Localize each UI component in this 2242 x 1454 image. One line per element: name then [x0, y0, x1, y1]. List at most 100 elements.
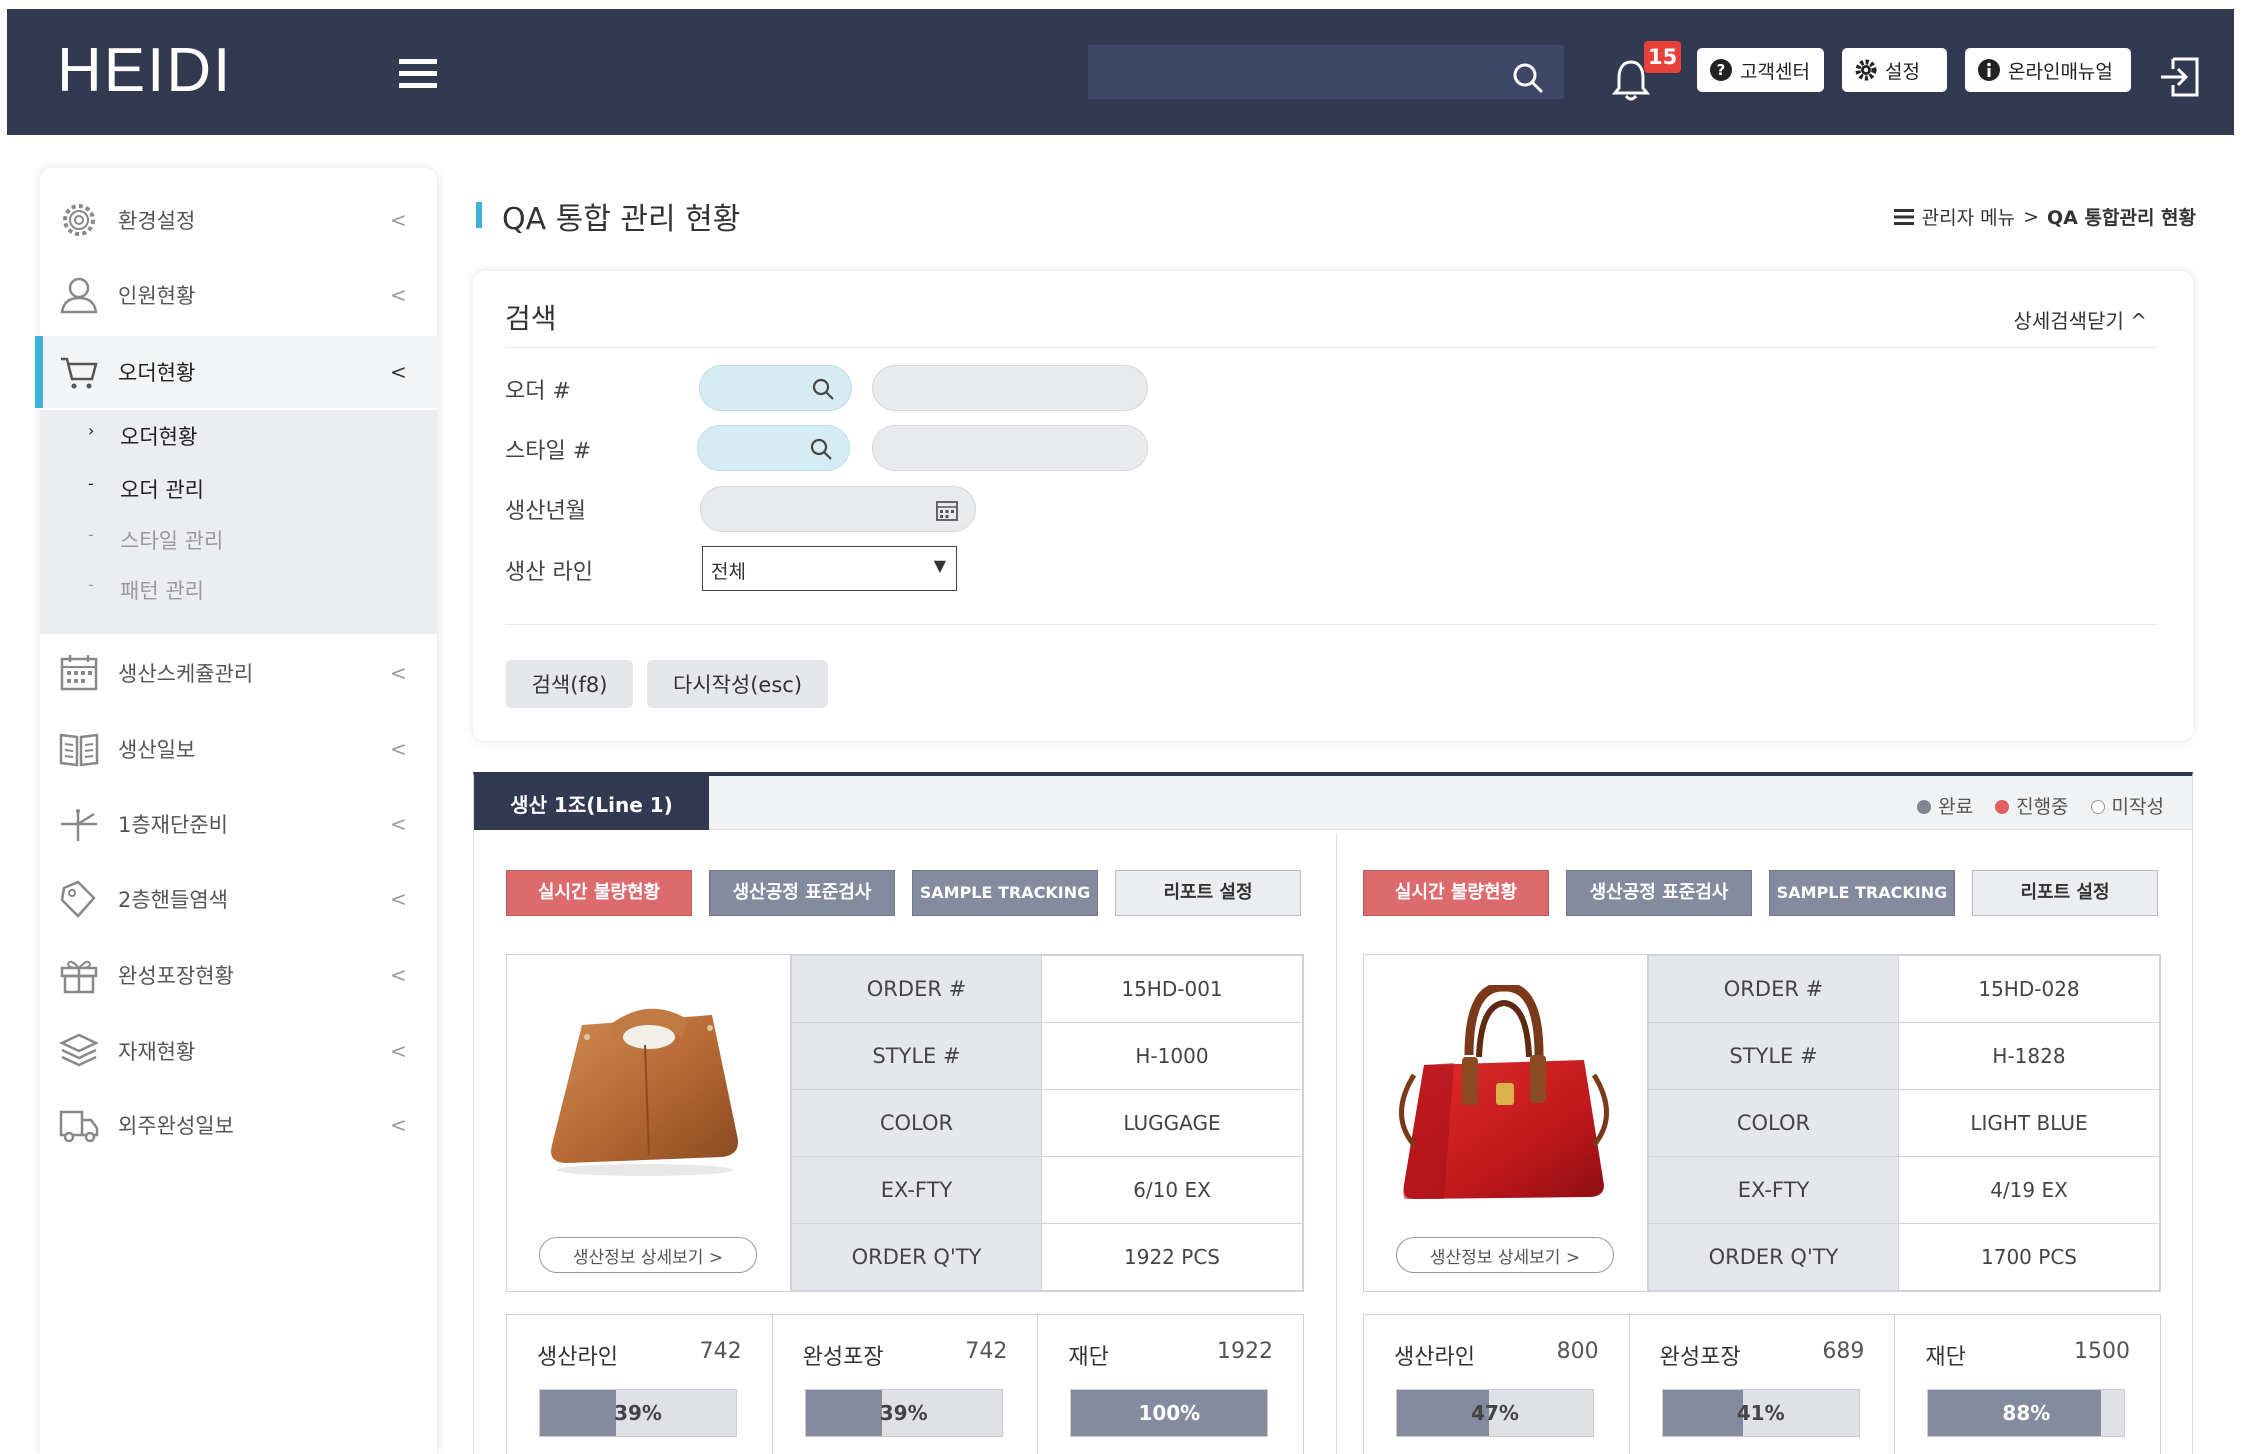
sidebar-item-label: 생산스케쥴관리	[118, 662, 254, 686]
sidebar-item-production-schedule[interactable]: 생산스케쥴관리 <	[40, 637, 437, 709]
submenu-item-order-status[interactable]: › 오더현황	[40, 412, 437, 456]
style-number-value: H-1828	[1898, 1022, 2160, 1090]
search-icon[interactable]	[1511, 61, 1545, 95]
realtime-defects-button[interactable]: 실시간 불량현황	[506, 870, 692, 916]
not-written-dot-icon	[2090, 800, 2105, 814]
standard-inspection-button[interactable]: 생산공정 표준검사	[1566, 870, 1752, 916]
logout-icon[interactable]	[2159, 55, 2201, 99]
svg-text:?: ?	[1717, 61, 1726, 79]
stat-packing: 완성포장 742 39%	[773, 1315, 1039, 1454]
order-value-field[interactable]	[872, 365, 1148, 411]
progress-bar: 39%	[804, 1389, 1003, 1437]
row-key: STYLE #	[791, 1022, 1042, 1090]
production-detail-button[interactable]: 생산정보 상세보기 >	[1396, 1237, 1614, 1273]
gear-icon	[1855, 59, 1877, 81]
sidebar-item-staff[interactable]: 인원현황 <	[40, 259, 437, 331]
stat-cutting: 재단 1922 100%	[1038, 1315, 1303, 1454]
online-manual-button[interactable]: 온라인매뉴얼	[1965, 48, 2131, 92]
row-key: EX-FTY	[1648, 1156, 1899, 1224]
sidebar-item-settings[interactable]: 환경설정 <	[40, 184, 437, 256]
legend-label: 미작성	[2111, 796, 2164, 818]
report-settings-button[interactable]: 리포트 설정	[1115, 870, 1301, 916]
sample-tracking-button[interactable]: SAMPLE TRACKING	[912, 870, 1098, 916]
reset-button[interactable]: 다시작성(esc)	[647, 660, 828, 708]
sidebar-item-orders[interactable]: 오더현황 <	[35, 336, 437, 408]
legend-label: 완료	[1938, 796, 1974, 818]
standard-inspection-button[interactable]: 생산공정 표준검사	[709, 870, 895, 916]
sidebar-item-outsourcing[interactable]: 외주완성일보 <	[40, 1089, 437, 1161]
submenu-marker: -	[88, 575, 94, 594]
production-detail-button[interactable]: 생산정보 상세보기 >	[539, 1237, 757, 1273]
table-row: ORDER #15HD-028	[1648, 955, 2160, 1023]
line-panel-header: 생산 1조(Line 1) 완료 진행중 미작성	[474, 776, 2192, 830]
legend-not-written: 미작성	[2090, 792, 2164, 819]
sidebar-item-materials[interactable]: 자재현황 <	[40, 1015, 437, 1087]
style-value-field[interactable]	[872, 425, 1148, 471]
ex-fty-value: 4/19 EX	[1898, 1156, 2160, 1224]
table-row: COLOR LIGHT BLUE	[1648, 1089, 2160, 1157]
style-search-input[interactable]	[697, 425, 850, 471]
breadcrumb: 관리자 메뉴 > QA 통합관리 현황	[1893, 203, 2196, 230]
row-key: ORDER Q'TY	[791, 1223, 1042, 1291]
progress-bar: 39%	[539, 1389, 737, 1437]
production-month-input[interactable]	[700, 486, 976, 532]
progress-label: 47%	[1471, 1401, 1519, 1425]
row-key: COLOR	[1648, 1089, 1899, 1157]
online-manual-label: 온라인매뉴얼	[2008, 60, 2113, 83]
search-button[interactable]: 검색(f8)	[506, 660, 633, 708]
production-stats: 생산라인 800 47% 완성포장 689 41% 재단 1500 88%	[1363, 1314, 2161, 1454]
sample-tracking-button[interactable]: SAMPLE TRACKING	[1769, 870, 1955, 916]
product-photo: 생산정보 상세보기 >	[1364, 955, 1648, 1291]
sidebar-item-production-daily[interactable]: 생산일보 <	[40, 713, 437, 785]
sidebar-submenu: › 오더현황 - 오더 관리 - 스타일 관리 - 패턴 관리	[40, 410, 437, 634]
production-month-label: 생산년월	[505, 499, 586, 524]
order-card: 실시간 불량현황 생산공정 표준검사 SAMPLE TRACKING 리포트 설…	[474, 834, 1304, 1454]
production-line-select[interactable]: 전체 ▼	[702, 546, 957, 591]
cart-icon	[61, 357, 98, 389]
sidebar: 환경설정 < 인원현황 < 오더현황 < › 오더현황 - 오더 관리 - 스타…	[35, 168, 437, 1454]
breadcrumb-root[interactable]: 관리자 메뉴	[1922, 203, 2015, 230]
order-qty-value: 1700 PCS	[1898, 1223, 2160, 1291]
calendar-icon[interactable]	[935, 498, 959, 522]
logo[interactable]: HEIDI	[57, 35, 232, 106]
submenu-label: 오더현황	[120, 425, 198, 449]
style-number-value: H-1000	[1041, 1022, 1303, 1090]
stat-production-line: 생산라인 742 39%	[507, 1315, 773, 1454]
hamburger-menu-icon[interactable]	[399, 59, 437, 89]
order-qty-value: 1922 PCS	[1041, 1223, 1303, 1291]
sidebar-item-packing-status[interactable]: 완성포장현황 <	[40, 939, 437, 1011]
sidebar-item-cutting-prep[interactable]: 1층재단준비 <	[40, 788, 437, 860]
submenu-item-order-management[interactable]: - 오더 관리	[40, 465, 437, 509]
info-icon	[1978, 59, 2000, 81]
breadcrumb-current: QA 통합관리 현황	[2047, 207, 2196, 229]
table-row: EX-FTY 4/19 EX	[1648, 1156, 2160, 1224]
collapse-search-toggle[interactable]: 상세검색닫기 ^	[2013, 305, 2147, 334]
chevron-left-icon: <	[390, 887, 407, 911]
realtime-defects-button[interactable]: 실시간 불량현황	[1363, 870, 1549, 916]
app-root: HEIDI 15 ? 고객센터 설정 온라인매뉴얼 환경설정 < 인원현황 < …	[0, 0, 2242, 1454]
progress-label: 39%	[879, 1401, 928, 1425]
legend-label: 진행중	[2016, 796, 2069, 818]
active-indicator	[35, 336, 43, 408]
legend-in-progress: 진행중	[1995, 792, 2069, 819]
settings-button[interactable]: 설정	[1842, 48, 1947, 92]
stat-value: 800	[1556, 1339, 1599, 1364]
customer-center-label: 고객센터	[1740, 60, 1810, 83]
breadcrumb-separator: >	[2023, 205, 2040, 228]
style-field-label: 스타일 #	[505, 439, 592, 464]
search-icon[interactable]	[811, 377, 835, 401]
row-key: ORDER Q'TY	[1648, 1223, 1899, 1291]
customer-center-button[interactable]: ? 고객센터	[1697, 48, 1824, 92]
report-settings-button[interactable]: 리포트 설정	[1972, 870, 2158, 916]
line-tab[interactable]: 생산 1조(Line 1)	[474, 776, 709, 830]
color-value: LIGHT BLUE	[1898, 1089, 2160, 1157]
title-accent-bar	[476, 202, 482, 228]
search-icon[interactable]	[809, 437, 833, 461]
settings-label: 설정	[1885, 60, 1920, 83]
order-search-input[interactable]	[699, 365, 852, 411]
submenu-item-style-management[interactable]: - 스타일 관리	[40, 516, 437, 560]
sidebar-item-label: 자재현황	[118, 1040, 196, 1064]
sidebar-item-handle-dyeing[interactable]: 2층핸들염색 <	[40, 863, 437, 935]
submenu-item-pattern-management[interactable]: - 패턴 관리	[40, 566, 437, 610]
global-search-input[interactable]	[1088, 45, 1564, 99]
